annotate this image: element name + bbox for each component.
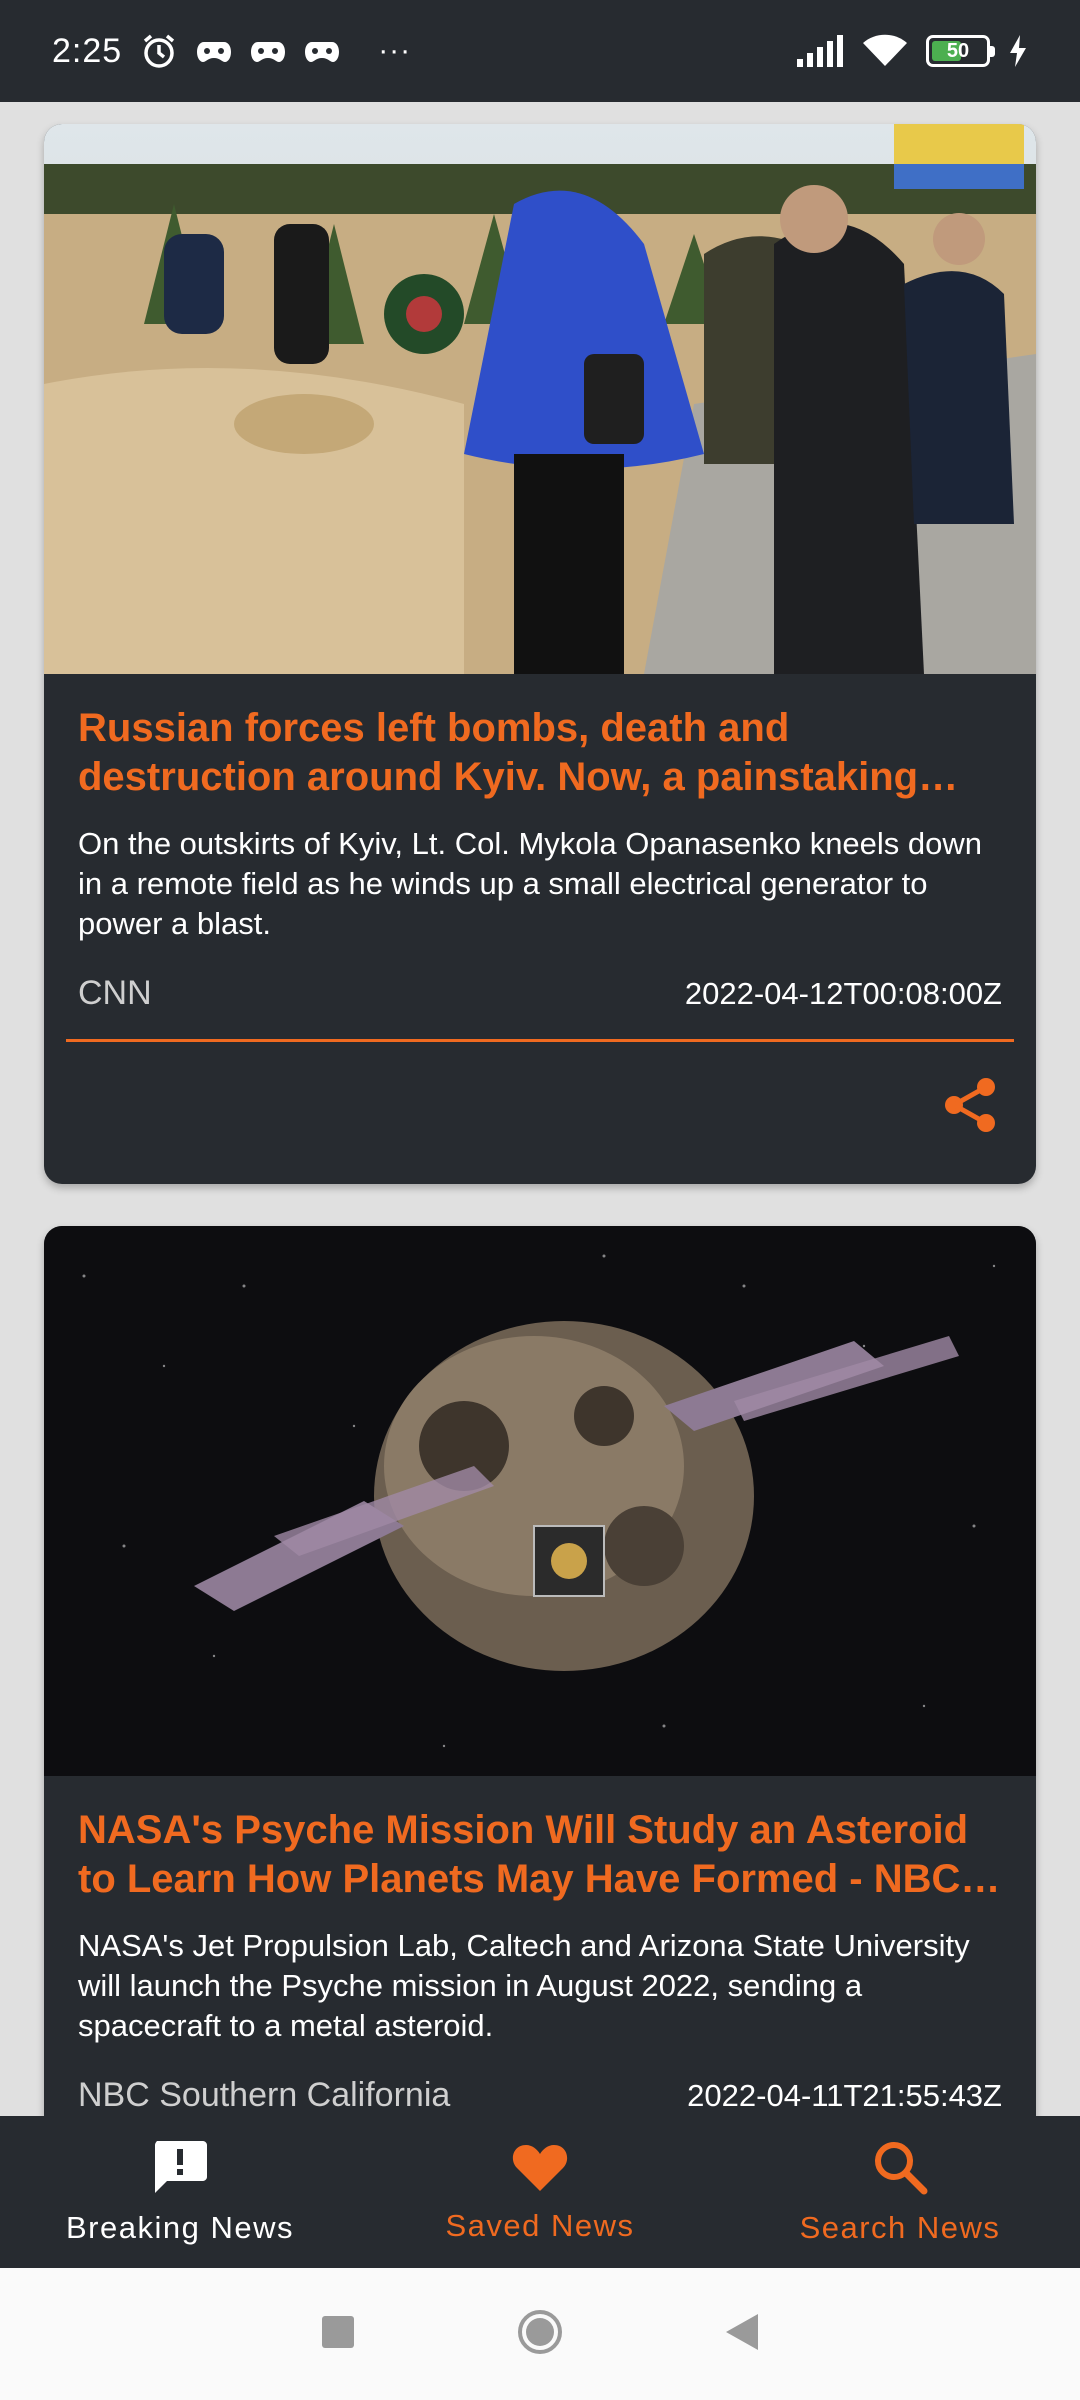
game-controller-icon [304, 36, 340, 66]
more-notifications-icon: ··· [378, 34, 412, 67]
recent-apps-icon[interactable] [320, 2314, 356, 2355]
nav-saved-news[interactable]: Saved News [360, 2116, 720, 2268]
alarm-icon [140, 32, 178, 70]
article-description: NASA's Jet Propulsion Lab, Caltech and A… [78, 1928, 970, 2043]
article-image[interactable] [44, 1226, 1036, 1776]
status-bar: 2:25 ··· 50 [0, 0, 1080, 102]
nav-label: Saved News [445, 2207, 635, 2243]
system-navigation-bar [0, 2268, 1080, 2400]
article-card[interactable]: Russian forces left bombs, death and des… [44, 124, 1036, 1184]
game-controller-icon [250, 36, 286, 66]
bottom-navigation: Breaking News Saved News Search News [0, 2116, 1080, 2268]
heart-icon [511, 2141, 569, 2198]
nav-label: Search News [799, 2209, 1001, 2245]
article-description: On the outskirts of Kyiv, Lt. Col. Mykol… [78, 826, 983, 941]
signal-icon [796, 35, 844, 67]
home-icon[interactable] [516, 2308, 564, 2361]
battery-icon: 50 [926, 35, 995, 67]
status-time: 2:25 [52, 31, 123, 70]
charging-icon [1008, 35, 1028, 67]
game-controller-icon [196, 36, 232, 66]
share-icon[interactable] [942, 1076, 998, 1139]
alert-message-icon [151, 2139, 209, 2200]
search-icon [872, 2139, 928, 2200]
nav-breaking-news[interactable]: Breaking News [0, 2116, 360, 2268]
article-title[interactable]: NASA's Psyche Mission Will Study an Aste… [78, 1806, 1002, 1904]
article-date: 2022-04-12T00:08:00Z [684, 976, 1002, 1011]
battery-level: 50 [946, 39, 970, 62]
article-date: 2022-04-11T21:55:43Z [687, 2078, 1002, 2113]
article-card[interactable]: NASA's Psyche Mission Will Study an Aste… [44, 1226, 1036, 2116]
article-source: NBC Southern California [78, 2076, 451, 2114]
back-icon[interactable] [724, 2312, 760, 2357]
wifi-icon [862, 34, 908, 68]
article-source: CNN [78, 974, 152, 1012]
news-feed[interactable]: Russian forces left bombs, death and des… [0, 102, 1080, 2116]
nav-search-news[interactable]: Search News [720, 2116, 1080, 2268]
article-image[interactable] [44, 124, 1036, 674]
nav-label: Breaking News [66, 2209, 294, 2245]
article-title[interactable]: Russian forces left bombs, death and des… [78, 704, 1002, 802]
